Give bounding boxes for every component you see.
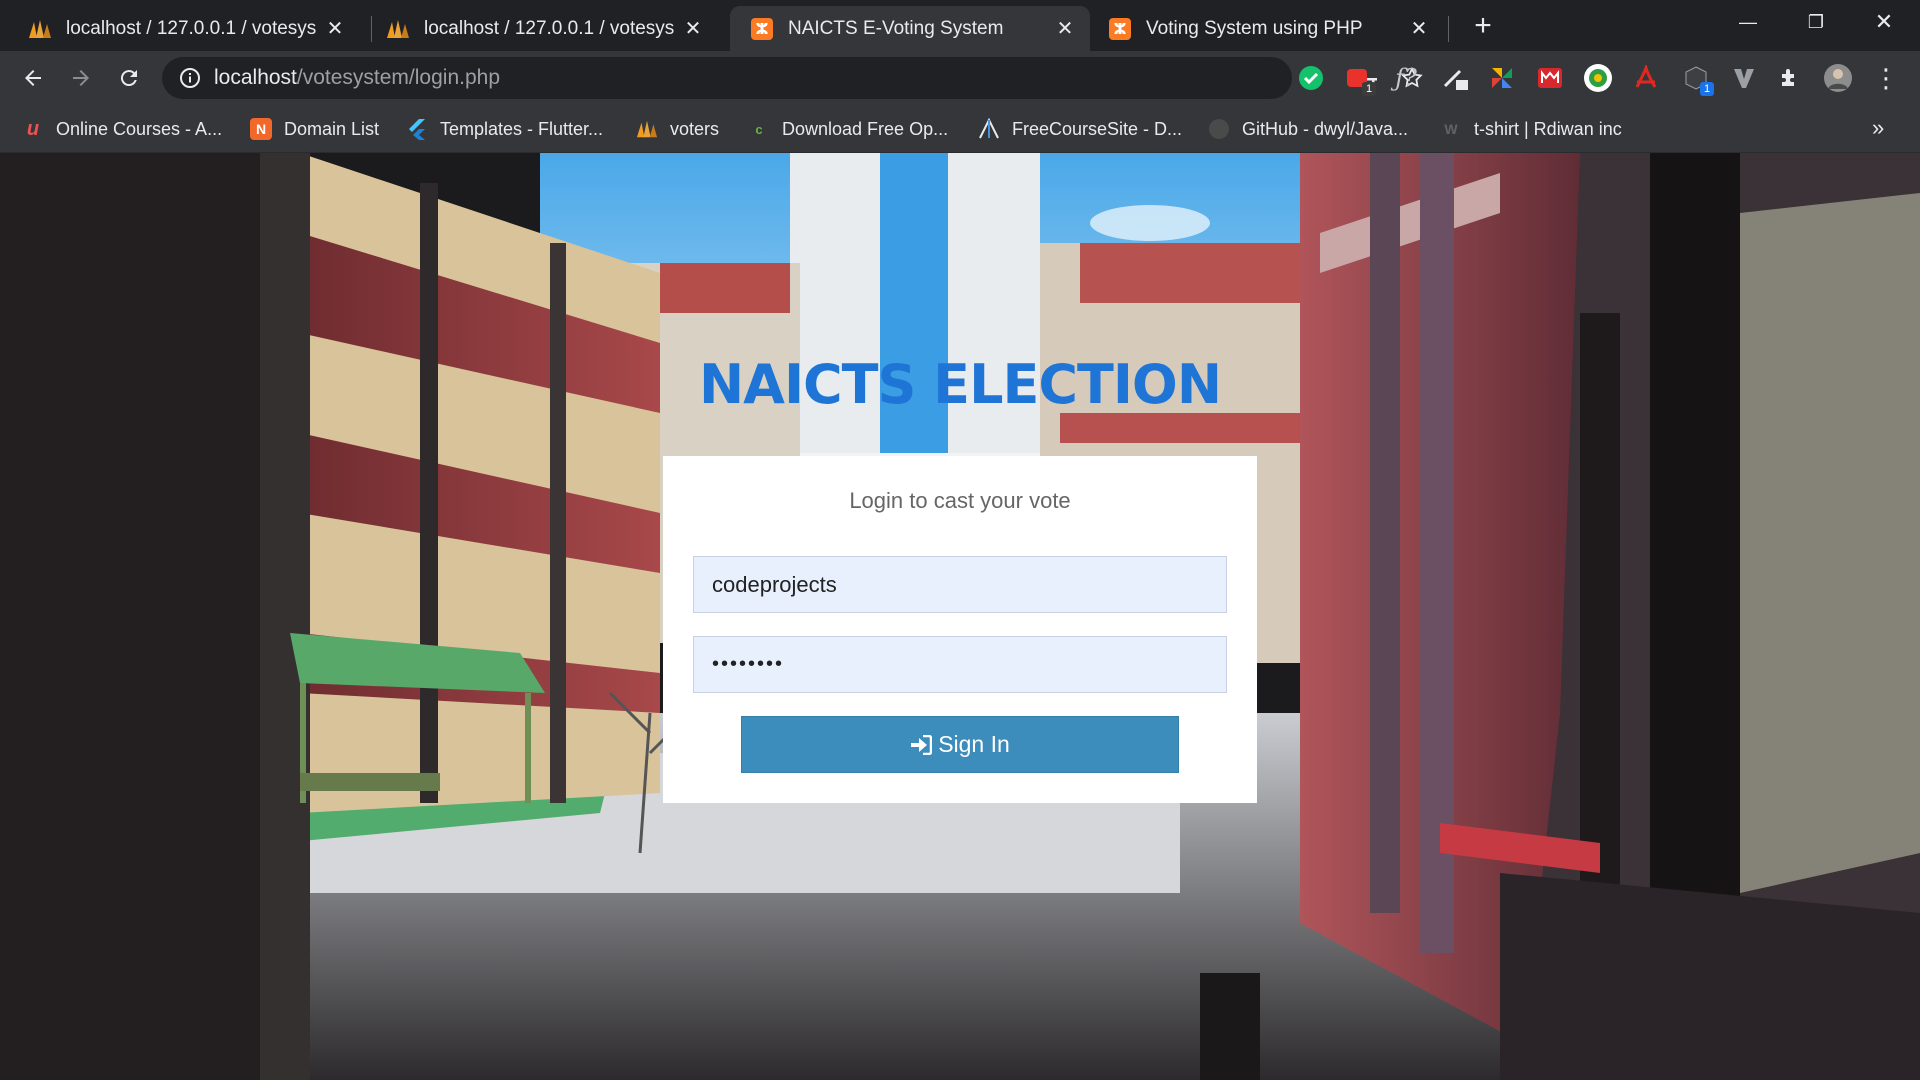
phpmyadmin-icon [636,118,658,140]
mega-icon[interactable] [1534,62,1566,94]
reload-icon[interactable] [110,59,148,97]
pen-extension-icon[interactable] [1440,62,1472,94]
restore-icon[interactable]: ❐ [1788,4,1844,40]
w-icon: W [1444,121,1458,137]
tab-title: localhost / 127.0.0.1 / votesystem [424,17,674,39]
cube-extension-icon[interactable]: 1 [1680,62,1714,96]
bookmark-label: t-shirt | Rdiwan inc [1474,118,1622,139]
tab-title: localhost / 127.0.0.1 / votesystem [66,17,316,39]
password-input[interactable]: •••••••• [693,636,1227,693]
window-close-icon[interactable]: ✕ [1856,4,1912,40]
domain-icon: N [250,118,272,140]
bookmark-domain-list[interactable]: N Domain List [250,115,379,143]
vimium-icon[interactable] [1728,62,1760,94]
close-icon[interactable]: ✕ [682,18,704,40]
tab-naicts-evoting[interactable]: ⵣ NAICTS E-Voting System ✕ [730,6,1090,51]
tab-strip: localhost / 127.0.0.1 / votesystem ✕ loc… [0,0,1920,51]
page-title: NAICTS ELECTION [698,353,1222,416]
tab-voting-system-php[interactable]: ⵣ Voting System using PHP ✕ [1088,6,1444,51]
function-icon[interactable]: ƒ? [1390,62,1422,94]
page-content: NAICTS ELECTION Login to cast your vote … [0,153,1920,1080]
url-host: localhost [214,66,297,89]
username-input[interactable]: codeprojects [693,556,1227,613]
sign-in-button[interactable]: Sign In [741,716,1179,773]
bookmark-voters[interactable]: voters [636,115,719,143]
github-icon [1208,118,1230,140]
info-icon[interactable] [178,66,202,90]
xampp-icon: ⵣ [750,17,774,41]
bookmark-label: Download Free Op... [782,118,949,139]
bookmark-freecoursesite[interactable]: FreeCourseSite - D... [978,115,1182,143]
bookmark-label: Templates - Flutter... [440,118,604,139]
forward-arrow-icon[interactable] [62,59,100,97]
bookmark-label: GitHub - dwyl/Java... [1242,118,1409,139]
kebab-menu-icon[interactable]: ⋮ [1870,62,1902,94]
minimize-icon[interactable]: — [1720,4,1776,40]
profile-avatar-icon[interactable] [1822,62,1854,94]
address-bar[interactable]: localhost/votesystem/login.php [162,57,1423,99]
sign-in-icon [910,734,933,755]
phpmyadmin-icon [28,17,52,41]
back-arrow-icon[interactable] [14,59,52,97]
bookmark-tshirt[interactable]: W t-shirt | Rdiwan inc [1440,115,1622,143]
bookmark-label: Online Courses - A... [56,118,223,139]
close-icon[interactable]: ✕ [1408,18,1430,40]
close-icon[interactable]: ✕ [324,18,346,40]
c-icon: c [755,121,763,137]
chrome-remote-icon[interactable] [1582,62,1614,94]
bookmark-label: voters [670,118,720,139]
bookmark-online-courses[interactable]: u Online Courses - A... [22,115,222,143]
grammarly-check-icon[interactable] [1295,62,1327,94]
login-box: Login to cast your vote codeprojects •••… [663,456,1257,803]
tab-phpmyadmin-1[interactable]: localhost / 127.0.0.1 / votesystem ✕ [8,6,360,51]
close-icon[interactable]: ✕ [1054,18,1076,40]
tab-title: Voting System using PHP [1146,17,1363,39]
login-message: Login to cast your vote [849,488,1071,513]
bookmark-download-free[interactable]: c Download Free Op... [748,115,948,143]
phpmyadmin-icon [386,17,410,41]
bookmark-github[interactable]: GitHub - dwyl/Java... [1208,115,1408,143]
tab-title: NAICTS E-Voting System [788,17,1004,39]
tab-phpmyadmin-2[interactable]: localhost / 127.0.0.1 / votesystem ✕ [366,6,718,51]
chevron-double-right-icon[interactable]: » [1872,115,1884,141]
bookmarks-bar: u Online Courses - A... N Domain List Te… [0,105,1920,153]
pinwheel-icon[interactable] [1486,62,1518,94]
tab-divider [1448,16,1449,42]
xampp-icon: ⵣ [1108,17,1132,41]
browser-toolbar: localhost/votesystem/login.php 1 ƒ? 1 ⋮ [0,51,1920,105]
bookmark-templates-flutter[interactable]: Templates - Flutter... [406,115,603,143]
bookmark-label: Domain List [284,118,380,139]
udemy-icon: u [26,117,40,140]
new-tab-plus-icon[interactable]: + [1466,10,1500,44]
url-path: /votesystem/login.php [296,66,500,89]
pdf-icon[interactable] [1630,62,1662,94]
bookmark-label: FreeCourseSite - D... [1012,118,1183,139]
freecoursesite-icon [978,118,1000,140]
extension-red-icon[interactable]: 1 [1342,62,1376,96]
sign-in-label: Sign In [938,731,1010,757]
extensions-puzzle-icon[interactable] [1774,62,1806,94]
url-text: localhost/votesystem/login.php [214,66,500,90]
flutter-icon [406,118,428,140]
